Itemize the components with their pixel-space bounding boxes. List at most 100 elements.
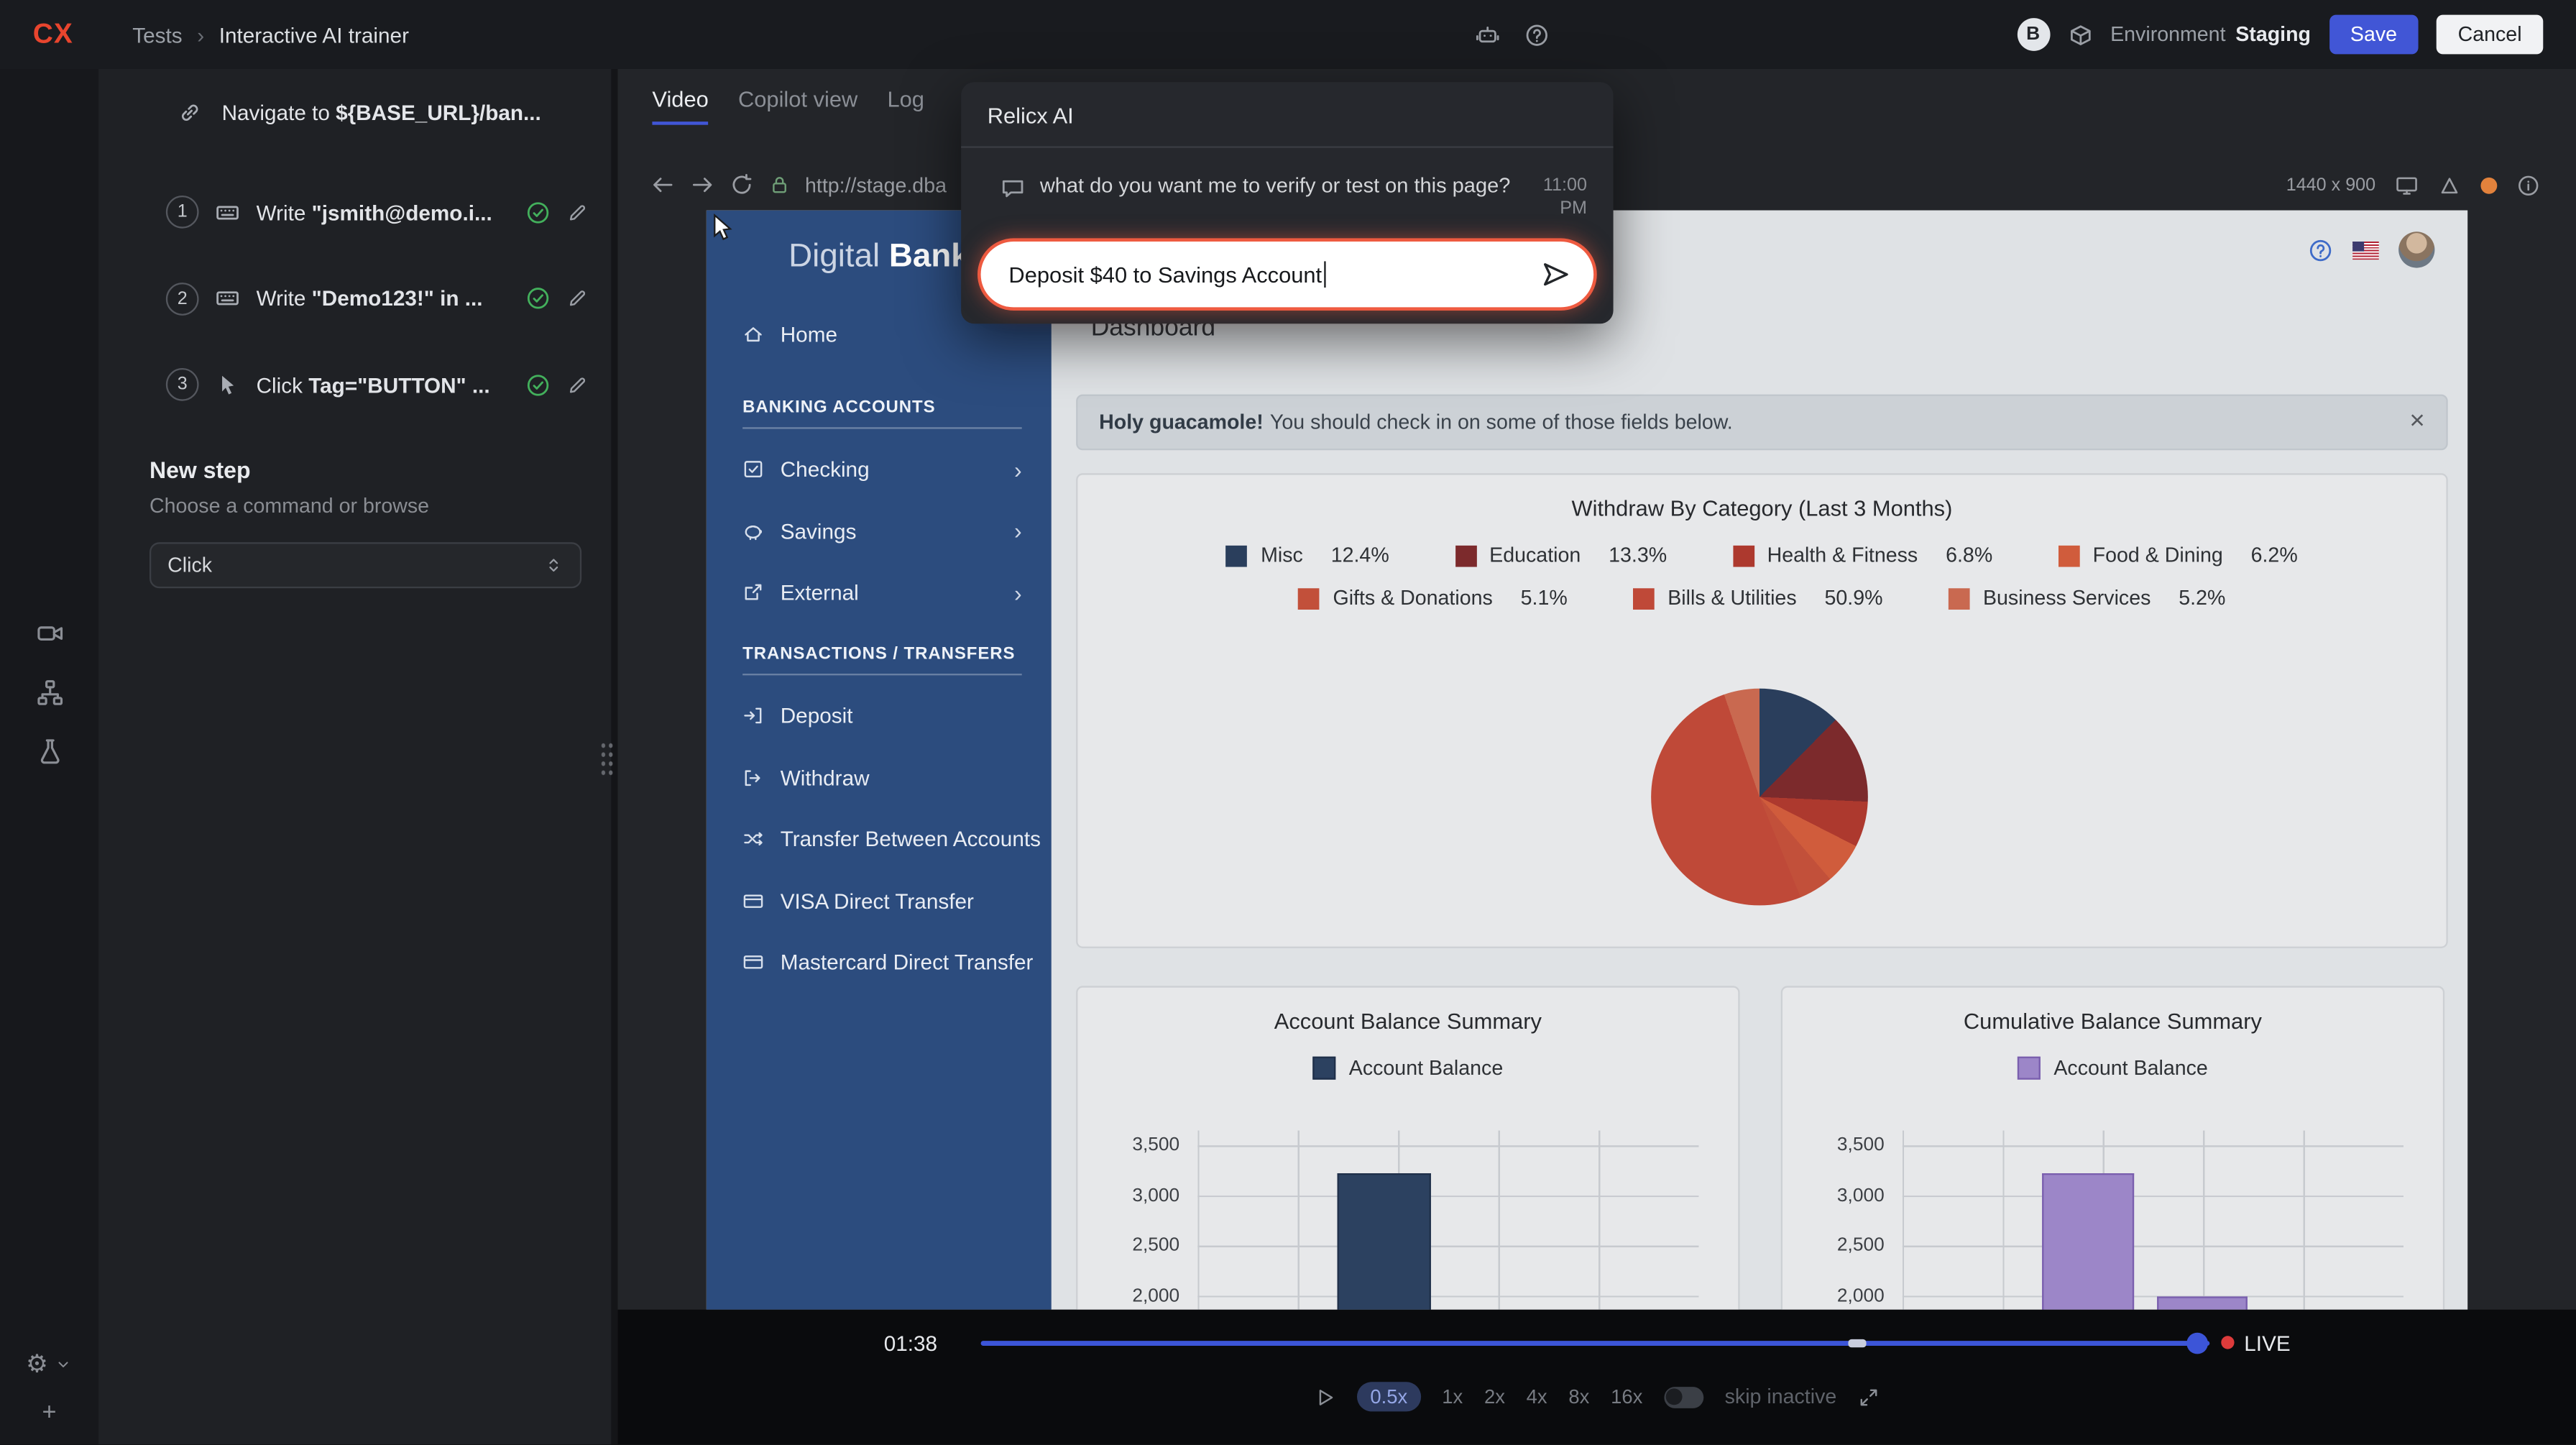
- breadcrumb-tests[interactable]: Tests: [132, 22, 182, 47]
- bank-nav-item[interactable]: Deposit: [707, 691, 1052, 740]
- pointer-triangle-icon[interactable]: [2438, 173, 2461, 196]
- expand-icon[interactable]: [1858, 1386, 1880, 1408]
- language-flag-us[interactable]: [2352, 241, 2379, 259]
- select-arrows-icon: [544, 556, 564, 575]
- alert-close-icon[interactable]: ×: [2409, 408, 2424, 437]
- speed-0.5x[interactable]: 0.5x: [1357, 1382, 1420, 1411]
- steps-list: 1Write "jsmith@demo.i... 2Write "Demo123!…: [166, 183, 588, 414]
- app-logo[interactable]: CX: [33, 18, 73, 51]
- legend-label: Gifts & Donations: [1333, 587, 1492, 610]
- chevron-right-icon: ›: [1014, 519, 1022, 542]
- bank-nav-item[interactable]: Withdraw: [707, 753, 1052, 802]
- legend-item[interactable]: Business Services5.2%: [1949, 587, 2225, 610]
- y-axis: 3,5003,0002,5002,000: [1091, 1134, 1179, 1310]
- legend-value: 5.1%: [1521, 587, 1568, 610]
- speed-controls: 0.5x 1x 2x 4x 8x 16x: [1357, 1382, 1642, 1411]
- flow-icon[interactable]: [35, 679, 63, 707]
- bank-help-icon[interactable]: [2308, 237, 2332, 262]
- legend-label: Business Services: [1983, 587, 2150, 610]
- help-icon[interactable]: [1524, 22, 1549, 47]
- bank-nav-item[interactable]: External ›: [707, 568, 1052, 618]
- playhead[interactable]: [2186, 1333, 2208, 1354]
- bank-nav-item[interactable]: Savings›: [707, 506, 1052, 556]
- info-icon[interactable]: [2517, 173, 2540, 196]
- navigate-step[interactable]: Navigate to ${BASE_URL}/ban...: [178, 82, 588, 141]
- tab-copilot-view[interactable]: Copilot view: [738, 87, 857, 125]
- legend-item[interactable]: Misc12.4%: [1226, 544, 1389, 567]
- y-axis-tick: 3,500: [1795, 1134, 1884, 1157]
- speed-8x[interactable]: 8x: [1568, 1385, 1589, 1408]
- reload-icon[interactable]: [730, 173, 754, 197]
- speed-2x[interactable]: 2x: [1484, 1385, 1505, 1408]
- speed-16x[interactable]: 16x: [1611, 1385, 1642, 1408]
- bank-nav-item-label: Mastercard Direct Transfer: [781, 950, 1034, 974]
- legend-item[interactable]: Food & Dining6.2%: [2058, 544, 2298, 567]
- tab-log[interactable]: Log: [887, 87, 924, 125]
- command-select[interactable]: Click: [150, 542, 581, 588]
- tab-video[interactable]: Video: [652, 87, 708, 125]
- bank-nav-item-label: External: [781, 580, 859, 605]
- legend-item[interactable]: Bills & Utilities50.9%: [1633, 587, 1882, 610]
- step-row[interactable]: 1Write "jsmith@demo.i...: [166, 183, 588, 242]
- video-camera-icon[interactable]: [35, 620, 63, 648]
- bar-chart-legend[interactable]: Account Balance: [1782, 1057, 2443, 1080]
- url-field[interactable]: http://stage.dba: [805, 173, 947, 196]
- bank-user-avatar[interactable]: [2398, 231, 2434, 267]
- bank-nav-item[interactable]: Transfer Between Accounts: [707, 815, 1052, 864]
- settings-control[interactable]: ⚙: [26, 1353, 73, 1377]
- top-bar: CX Tests › Interactive AI trainer B Envi…: [0, 0, 2576, 69]
- flask-icon[interactable]: [35, 738, 63, 766]
- legend-value: 6.8%: [1946, 544, 1992, 567]
- environment-label: Environment: [2110, 23, 2225, 46]
- forward-icon[interactable]: [690, 173, 714, 197]
- save-button[interactable]: Save: [2329, 15, 2419, 55]
- cancel-button[interactable]: Cancel: [2437, 15, 2543, 55]
- card-icon: [742, 890, 764, 912]
- record-dot[interactable]: [2480, 177, 2497, 193]
- bar[interactable]: [1338, 1173, 1431, 1310]
- rail-bottom-group: ⚙ +: [0, 1353, 98, 1426]
- legend-item[interactable]: Health & Fitness6.8%: [1733, 544, 1993, 567]
- add-icon[interactable]: +: [42, 1400, 57, 1425]
- monitor-icon[interactable]: [2396, 173, 2419, 196]
- assistant-icon[interactable]: [1476, 22, 1500, 47]
- speed-1x[interactable]: 1x: [1442, 1385, 1463, 1408]
- bank-nav-item[interactable]: Checking›: [707, 444, 1052, 494]
- chevron-right-icon: ›: [1014, 581, 1022, 604]
- legend-swatch: [1633, 587, 1655, 609]
- pie-chart[interactable]: [1650, 689, 1867, 906]
- speed-4x[interactable]: 4x: [1527, 1385, 1547, 1408]
- bar[interactable]: [2157, 1297, 2248, 1310]
- legend-item[interactable]: Gifts & Donations 5.1%: [1298, 587, 1567, 610]
- y-axis-tick: 3,000: [1091, 1184, 1179, 1207]
- app-root: CX Tests › Interactive AI trainer B Envi…: [0, 0, 2576, 1445]
- environment-value[interactable]: Staging: [2235, 23, 2311, 46]
- step-row[interactable]: 3Click Tag="BUTTON" ...: [166, 355, 588, 414]
- user-avatar[interactable]: B: [2017, 18, 2050, 51]
- pencil-icon[interactable]: [567, 374, 589, 395]
- bar-chart-plot: [1197, 1131, 1698, 1310]
- bank-nav-item[interactable]: VISA Direct Transfer: [707, 876, 1052, 925]
- view-tabs: Video Copilot view Log: [652, 87, 924, 125]
- bank-nav-item[interactable]: Mastercard Direct Transfer: [707, 937, 1052, 987]
- panel-resize-grip[interactable]: [599, 741, 615, 777]
- skip-inactive-label: skip inactive: [1725, 1385, 1837, 1408]
- pencil-icon[interactable]: [567, 201, 589, 223]
- pencil-icon[interactable]: [567, 288, 589, 309]
- progress-track[interactable]: [981, 1341, 2210, 1346]
- bar-chart-legend[interactable]: Account Balance: [1077, 1057, 1738, 1080]
- check-circle-icon: [525, 372, 550, 397]
- legend-item[interactable]: Education13.3%: [1455, 544, 1667, 567]
- play-icon[interactable]: [1315, 1386, 1336, 1408]
- send-icon[interactable]: [1541, 260, 1570, 289]
- ai-prompt-input[interactable]: Deposit $40 to Savings Account: [981, 242, 1594, 307]
- pie-legend-row-1: Misc12.4% Education13.3% Health & Fitness6…: [1077, 544, 2446, 567]
- transfer-icon: [742, 828, 764, 850]
- bar[interactable]: [2042, 1173, 2134, 1310]
- rail-middle-group: [0, 620, 98, 766]
- skip-inactive-toggle[interactable]: [1664, 1386, 1703, 1408]
- settings-icon[interactable]: ⚙: [26, 1353, 48, 1377]
- relicx-ai-popup: Relicx AI what do you want me to verify …: [961, 82, 1613, 324]
- back-icon[interactable]: [650, 173, 675, 197]
- step-row[interactable]: 2Write "Demo123!" in ...: [166, 269, 588, 328]
